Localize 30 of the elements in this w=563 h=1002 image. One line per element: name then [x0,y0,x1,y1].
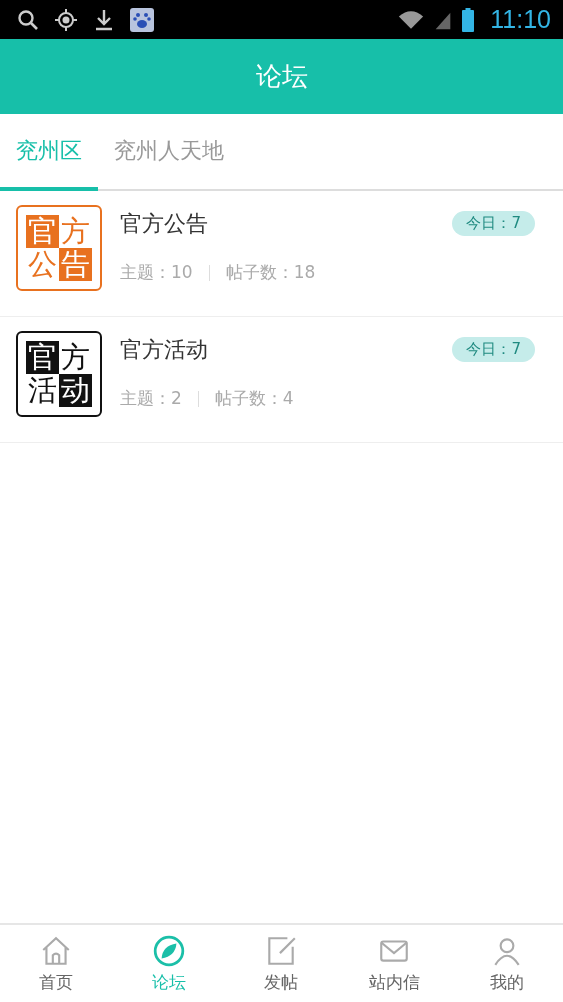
logo-character: 方 [60,215,91,248]
search-icon [16,7,40,32]
logo-character: 活 [27,374,58,407]
logo-character: 官 [26,215,59,248]
post-count: 帖子数：4 [214,387,294,410]
battery-icon [462,7,475,32]
logo-character: 公 [27,248,58,281]
compass-icon [151,933,186,968]
post-count: 帖子数：18 [225,261,316,284]
topic-count: 主题：2 [120,387,182,410]
nav-tab[interactable]: 站内信 [337,925,451,1002]
logo-character: 官 [26,341,59,374]
forum-item[interactable]: 官 方 活动 官方活动 主题：2 帖子数：4 今日：7 [0,317,563,443]
forum-item[interactable]: 官 方 公告 官方公告 主题：10 帖子数：18 今日：7 [0,191,563,317]
nav-tab[interactable]: 首页 [0,925,113,1002]
logo-character: 告 [59,248,92,281]
clock: 11:10 [490,5,551,34]
forum-title: 官方活动 [120,336,209,364]
logo-character: 动 [59,374,92,407]
logo-character: 方 [60,341,91,374]
location-icon [54,7,78,32]
today-badge: 今日：7 [452,337,535,362]
today-badge: 今日：7 [452,211,535,236]
paw-icon [130,7,154,32]
page-title: 论坛 [255,60,308,93]
wifi-icon [398,8,425,31]
topic-count: 主题：10 [120,261,193,284]
nav-tab[interactable]: 发帖 [225,925,338,1002]
nav-tab[interactable]: 我的 [450,925,563,1002]
forum-title: 官方公告 [120,210,209,238]
